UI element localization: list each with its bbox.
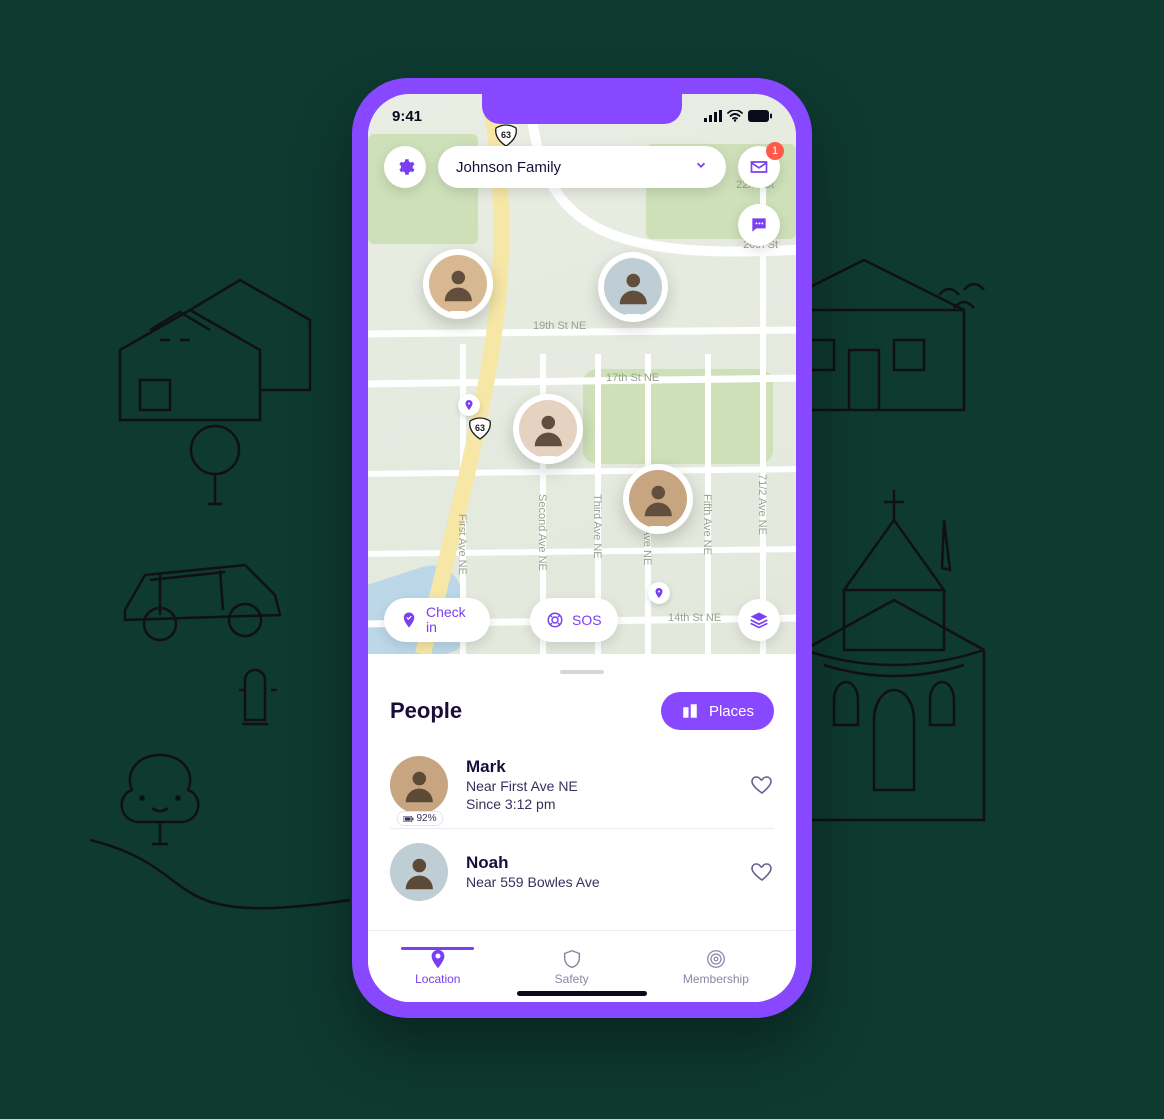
home-indicator (517, 991, 647, 996)
battery-icon (403, 816, 413, 822)
map-person-marker[interactable] (598, 252, 668, 322)
sheet-title: People (390, 698, 462, 724)
chat-button[interactable] (738, 204, 780, 246)
street-label: Second Ave NE (536, 494, 548, 571)
messages-button[interactable]: 1 (738, 146, 780, 188)
person-since: Since 3:12 pm (466, 795, 734, 813)
street-label: Fifth Ave NE (701, 494, 713, 555)
svg-text:63: 63 (475, 423, 485, 433)
map-person-marker[interactable] (423, 249, 493, 319)
street-label: 17th St NE (606, 372, 659, 384)
sheet-grabber[interactable] (560, 670, 604, 674)
battery-icon (748, 110, 772, 122)
avatar (390, 756, 448, 814)
shield-icon (561, 948, 583, 970)
gear-icon (395, 157, 415, 177)
envelope-icon (749, 157, 769, 177)
settings-button[interactable] (384, 146, 426, 188)
battery-badge: 92% (396, 811, 443, 826)
fingerprint-icon (705, 948, 727, 970)
tab-bar: Location Safety Membership (368, 930, 796, 1002)
notification-badge: 1 (766, 142, 784, 160)
tab-membership[interactable]: Membership (683, 948, 749, 986)
person-location: Near First Ave NE (466, 777, 734, 795)
tab-location[interactable]: Location (415, 948, 460, 986)
map-person-marker[interactable] (513, 394, 583, 464)
sos-button[interactable]: SOS (530, 598, 618, 642)
street-label: Third Ave NE (591, 494, 603, 559)
map-person-marker[interactable] (623, 464, 693, 534)
heart-icon[interactable] (750, 860, 774, 884)
tab-safety[interactable]: Safety (555, 948, 589, 986)
street-label: 19th St NE (533, 320, 586, 332)
heart-icon[interactable] (750, 773, 774, 797)
layers-button[interactable] (738, 599, 780, 641)
tab-label: Safety (555, 972, 589, 986)
person-location: Near 559 Bowles Ave (466, 873, 734, 891)
pin-check-icon (400, 611, 418, 629)
person-name: Mark (466, 757, 734, 777)
layers-icon (749, 610, 769, 630)
pin-icon (427, 948, 449, 970)
person-row[interactable]: 92% Mark Near First Ave NE Since 3:12 pm (390, 742, 774, 829)
phone-frame: 9:41 (352, 78, 812, 1018)
tab-label: Location (415, 972, 460, 986)
wifi-icon (727, 110, 743, 122)
street-label: First Ave NE (456, 514, 468, 575)
avatar (390, 843, 448, 901)
status-time: 9:41 (392, 108, 422, 125)
sos-label: SOS (572, 613, 602, 628)
doodle-birds-icon (934, 280, 1004, 320)
tab-label: Membership (683, 972, 749, 986)
person-row[interactable]: Noah Near 559 Bowles Ave (390, 829, 774, 915)
street-label: 71/2 Ave NE (756, 474, 768, 535)
phone-screen: 9:41 (368, 94, 796, 1002)
checkin-button[interactable]: Check in (384, 598, 490, 642)
chat-icon (749, 215, 769, 235)
doodle-path-icon (90, 830, 390, 950)
doodle-car-icon (105, 520, 305, 660)
buildings-icon (681, 702, 699, 720)
map-place-pin[interactable] (458, 394, 480, 416)
doodle-hydrant-icon (230, 660, 280, 740)
notch (482, 94, 682, 124)
route-shield-icon: 63 (468, 417, 492, 441)
family-name: Johnson Family (456, 159, 561, 176)
doodle-house-icon (100, 230, 330, 430)
chevron-down-icon (694, 158, 708, 176)
doodle-tree-icon (180, 420, 250, 510)
lifebuoy-icon (546, 611, 564, 629)
family-selector[interactable]: Johnson Family (438, 146, 726, 188)
places-label: Places (709, 703, 754, 720)
person-name: Noah (466, 853, 734, 873)
checkin-label: Check in (426, 605, 474, 634)
signal-icon (704, 110, 722, 122)
places-button[interactable]: Places (661, 692, 774, 730)
